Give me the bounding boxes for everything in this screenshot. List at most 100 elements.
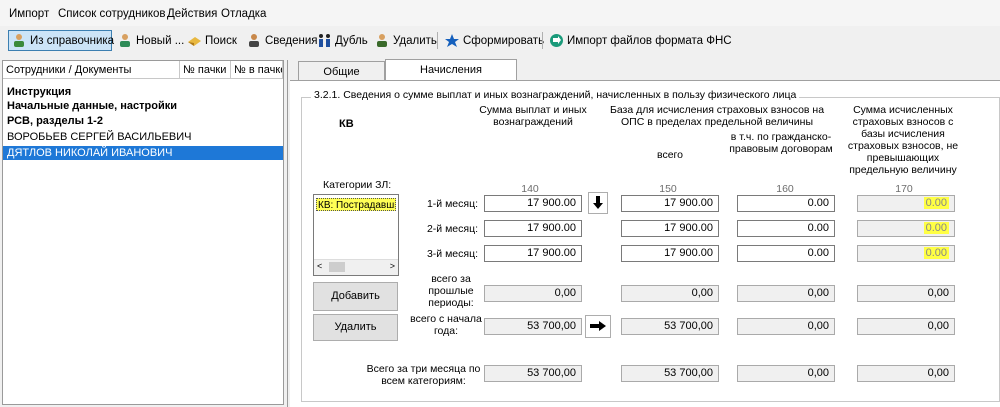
category-list-item[interactable]: КВ: Пострадавшие [316, 198, 396, 211]
total-payments-field: 53 700,00 [484, 365, 582, 382]
tab-accruals[interactable]: Начисления [385, 59, 517, 81]
menu-bar: Импорт Список сотрудников Действия Отлад… [0, 0, 1000, 26]
ytd-payments-field: 53 700,00 [484, 318, 582, 335]
tree-item-rsv[interactable]: РСВ, разделы 1-2 [3, 114, 283, 128]
toolbar-separator-2 [542, 32, 543, 49]
employee-tree: Сотрудники / Документы № пачки № в пачке… [2, 60, 284, 405]
code-140: 140 [521, 183, 539, 195]
search-button[interactable]: Поиск [184, 30, 237, 51]
toolbar-separator [437, 32, 438, 49]
tree-item-instruction[interactable]: Инструкция [3, 85, 283, 99]
search-icon [187, 33, 202, 48]
base-total-header: всего [657, 149, 683, 161]
new-button[interactable]: Новый ... [115, 30, 184, 51]
base-header: База для исчисления страховых взносов на… [609, 104, 825, 128]
code-170: 170 [895, 183, 913, 195]
import-arrow-icon [549, 33, 564, 48]
generate-icon [445, 33, 460, 48]
generate-label: Сформировать [463, 34, 545, 47]
tab-general[interactable]: Общие сведения [298, 61, 385, 98]
duplicate-button[interactable]: Дубль [314, 30, 368, 51]
new-user-icon [118, 33, 133, 48]
tree-item-employee[interactable]: ВОРОБЬЕВ СЕРГЕЙ ВАСИЛЬЕВИЧ [3, 130, 283, 144]
code-160: 160 [776, 183, 794, 195]
section-title: 3.2.1. Сведения о сумме выплат и иных во… [311, 89, 800, 101]
past-periods-label: всего за прошлые периоды: [428, 273, 474, 309]
month-2-civil-field[interactable]: 0.00 [737, 220, 835, 237]
month-2-label: 2-й месяц: [426, 223, 478, 235]
menu-debug[interactable]: Отладка [221, 8, 266, 20]
month-3-base-field[interactable]: 17 900.00 [621, 245, 719, 262]
ytd-base-field: 53 700,00 [621, 318, 719, 335]
scroll-left-icon[interactable]: < [317, 261, 322, 271]
duplicate-people-icon [317, 33, 332, 48]
column-header-employees[interactable]: Сотрудники / Документы [3, 61, 180, 79]
user-book-icon [12, 33, 27, 48]
month-1-civil-field[interactable]: 0.00 [737, 195, 835, 212]
import-fns-button[interactable]: Импорт файлов формата ФНС [546, 30, 732, 51]
menu-actions[interactable]: Действия [167, 8, 217, 20]
copy-down-button[interactable] [588, 192, 608, 214]
total-contrib-field: 0,00 [857, 365, 955, 382]
generate-button[interactable]: Сформировать [442, 30, 544, 51]
column-header-pack-number[interactable]: № пачки [180, 61, 231, 79]
month-2-payments-field[interactable]: 17 900.00 [484, 220, 582, 237]
contributions-header: Сумма исчисленных страховых взносов с ба… [847, 104, 959, 176]
ytd-contrib-field: 0,00 [857, 318, 955, 335]
from-reference-label: Из справочника [30, 34, 115, 47]
add-category-button[interactable]: Добавить [313, 282, 398, 311]
toolbar: Из справочника Новый ... Поиск Сведения … [0, 28, 1000, 54]
search-label: Поиск [205, 34, 237, 47]
code-150: 150 [659, 183, 677, 195]
ytd-civil-field: 0,00 [737, 318, 835, 335]
month-2-contrib-value: 0.00 [923, 222, 949, 234]
from-reference-button[interactable]: Из справочника [8, 30, 115, 51]
past-contrib-field: 0,00 [857, 285, 955, 302]
info-label: Сведения [265, 34, 318, 47]
duplicate-label: Дубль [335, 34, 368, 47]
delete-user-icon [375, 33, 390, 48]
info-button[interactable]: Сведения [244, 30, 318, 51]
month-1-label: 1-й месяц: [426, 198, 478, 210]
menu-employees[interactable]: Список сотрудников [58, 8, 166, 20]
past-base-field: 0,00 [621, 285, 719, 302]
column-header-in-pack[interactable]: № в пачке [231, 61, 283, 79]
delete-label: Удалить [393, 34, 437, 47]
month-1-contrib-value: 0.00 [923, 197, 949, 209]
month-2-base-field[interactable]: 17 900.00 [621, 220, 719, 237]
month-3-payments-field[interactable]: 17 900.00 [484, 245, 582, 262]
total-base-field: 53 700,00 [621, 365, 719, 382]
category-list-scrollbar[interactable]: < > [314, 259, 398, 275]
tree-item-initial-data[interactable]: Начальные данные, настройки [3, 99, 283, 113]
tree-item-employee-selected[interactable]: ДЯТЛОВ НИКОЛАЙ ИВАНОВИЧ [3, 146, 283, 160]
total-civil-field: 0,00 [737, 365, 835, 382]
scroll-right-icon[interactable]: > [390, 261, 395, 271]
person-info-icon [247, 33, 262, 48]
month-2-contrib-field: 0.00 [857, 220, 955, 237]
arrow-down-icon [593, 196, 603, 209]
scroll-thumb[interactable] [329, 262, 345, 272]
categories-label: Категории ЗЛ: [323, 179, 392, 191]
payments-header: Сумма выплат и иных вознаграждений [479, 104, 587, 128]
month-1-base-field[interactable]: 17 900.00 [621, 195, 719, 212]
arrow-right-icon [590, 321, 606, 331]
month-3-contrib-field: 0.00 [857, 245, 955, 262]
kv-label: КВ [339, 118, 354, 130]
delete-category-button[interactable]: Удалить [313, 314, 398, 341]
since-start-label: всего с начала года: [410, 313, 482, 337]
copy-right-button[interactable] [585, 315, 611, 338]
month-1-payments-field[interactable]: 17 900.00 [484, 195, 582, 212]
delete-button[interactable]: Удалить [372, 30, 437, 51]
past-civil-field: 0,00 [737, 285, 835, 302]
category-list[interactable]: КВ: Пострадавшие < > [313, 194, 399, 276]
menu-import[interactable]: Импорт [9, 8, 49, 20]
all-categories-label: Всего за три месяца по всем категориям: [366, 363, 481, 387]
past-payments-field: 0,00 [484, 285, 582, 302]
month-3-label: 3-й месяц: [426, 248, 478, 260]
month-1-contrib-field: 0.00 [857, 195, 955, 212]
month-3-civil-field[interactable]: 0.00 [737, 245, 835, 262]
civil-header: в т.ч. по гражданско-правовым договорам [729, 131, 833, 155]
month-3-contrib-value: 0.00 [923, 247, 949, 259]
import-fns-label: Импорт файлов формата ФНС [567, 34, 732, 47]
new-label: Новый ... [136, 34, 185, 47]
